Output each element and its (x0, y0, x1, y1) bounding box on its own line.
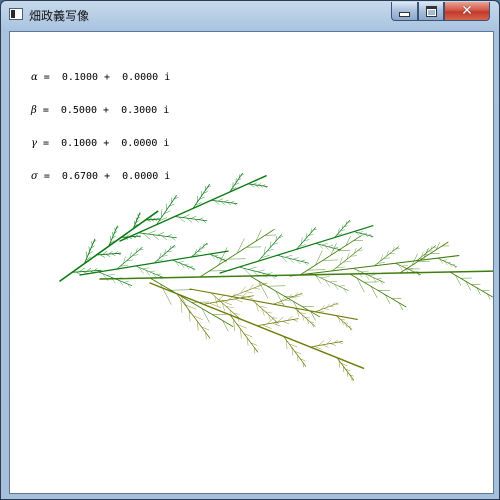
fractal-stroke (376, 278, 382, 280)
fractal-stroke (244, 291, 253, 294)
fractal-stroke (149, 270, 156, 272)
fractal-stroke (323, 308, 329, 310)
fractal-stroke (189, 266, 194, 268)
fractal-stroke (338, 341, 343, 344)
fractal-stroke (182, 214, 190, 218)
fractal-stroke (217, 198, 224, 202)
fractal-stroke (284, 255, 293, 258)
fractal-stroke (300, 259, 306, 262)
parameter-readout: α = 0.1000 + 0.0000 i β = 0.5000 + 0.300… (31, 50, 170, 204)
fractal-stroke (360, 270, 369, 273)
fractal-stroke (252, 182, 257, 185)
fractal-stroke (338, 285, 345, 287)
fractal-stroke (112, 231, 114, 237)
param-symbol: α (31, 72, 38, 83)
param-value: = 0.1000 + 0.0000 i (43, 138, 170, 149)
title-bar[interactable]: 畑政義写像 ✕ (1, 1, 499, 29)
param-symbol: β (31, 105, 37, 116)
fractal-stroke (123, 281, 129, 283)
fractal-stroke (284, 299, 291, 302)
fractal-stroke (277, 302, 285, 305)
fractal-stroke (99, 254, 106, 258)
fractal-stroke (367, 234, 371, 236)
fractal-stroke (330, 343, 336, 346)
app-icon[interactable] (9, 8, 23, 20)
fractal-stroke (198, 217, 204, 220)
fractal-stroke (329, 280, 338, 283)
minimize-button[interactable] (391, 2, 418, 21)
fractal-stroke (178, 261, 184, 263)
fractal-stroke (106, 274, 115, 276)
fractal-stroke (298, 294, 303, 296)
app-window: 畑政義写像 ✕ α = 0.1000 + 0.0000 i β = 0.5000… (0, 0, 500, 500)
fractal-stroke (327, 245, 333, 247)
fractal-stroke (190, 215, 197, 219)
fractal-stroke (266, 272, 273, 275)
fractal-stroke (401, 265, 408, 267)
maximize-button[interactable] (418, 2, 444, 21)
fractal-stroke (183, 263, 189, 265)
fractal-stroke (248, 266, 257, 270)
fractal-stroke (85, 251, 88, 258)
fractal-stroke (329, 306, 334, 308)
param-symbol: γ (31, 138, 37, 149)
fractal-stroke (222, 258, 226, 260)
fractal-stroke (135, 217, 137, 222)
fractal-stroke (166, 234, 173, 237)
param-beta: β = 0.5000 + 0.3000 i (31, 105, 170, 116)
fractal-stroke (91, 241, 93, 246)
param-value: = 0.5000 + 0.3000 i (42, 105, 170, 116)
fractal-stroke (321, 243, 328, 246)
fractal-stroke (88, 246, 90, 252)
fractal-stroke (246, 296, 254, 300)
fractal-stroke (334, 247, 339, 249)
fractal-stroke (335, 303, 339, 305)
window-title: 畑政義写像 (29, 9, 90, 23)
fractal-stroke (414, 271, 419, 273)
fractal-stroke (253, 287, 260, 290)
fractal-stroke (320, 276, 330, 278)
fractal-stroke (217, 256, 222, 258)
fractal-stroke (134, 220, 136, 226)
fractal-stroke (358, 231, 363, 233)
close-button[interactable]: ✕ (444, 2, 490, 21)
fractal-stroke (234, 298, 243, 303)
fractal-stroke (257, 269, 265, 272)
fractal-stroke (442, 259, 448, 261)
fractal-stroke (230, 200, 235, 204)
param-alpha: α = 0.1000 + 0.0000 i (31, 72, 170, 83)
fractal-stroke (363, 232, 367, 235)
fractal-stroke (223, 199, 229, 203)
fractal-stroke (292, 319, 298, 322)
param-value: = 0.1000 + 0.0000 i (43, 72, 171, 83)
fractal-stroke (292, 257, 299, 260)
param-value: = 0.6700 + 0.0000 i (43, 171, 171, 182)
param-sigma: σ = 0.6700 + 0.0000 i (31, 171, 170, 182)
fractal-stroke (368, 274, 376, 276)
fractal-stroke (257, 183, 262, 186)
param-symbol: σ (31, 171, 38, 182)
fractal-stroke (318, 310, 325, 312)
drawing-canvas: α = 0.1000 + 0.0000 i β = 0.5000 + 0.300… (9, 31, 494, 494)
fractal-stroke (157, 232, 164, 236)
fractal-stroke (322, 344, 329, 348)
fractal-stroke (447, 261, 452, 263)
fractal-stroke (170, 289, 193, 291)
param-gamma: γ = 0.1000 + 0.0000 i (31, 138, 170, 149)
fractal-stroke (147, 230, 156, 235)
maximize-icon (425, 5, 437, 17)
close-icon: ✕ (461, 3, 473, 19)
fractal-stroke (142, 267, 150, 270)
fractal-stroke (156, 273, 161, 275)
fractal-stroke (109, 236, 112, 242)
fractal-stroke (291, 297, 297, 299)
fractal-stroke (213, 255, 219, 257)
fractal-stroke (282, 320, 290, 325)
minimize-icon (399, 11, 410, 17)
